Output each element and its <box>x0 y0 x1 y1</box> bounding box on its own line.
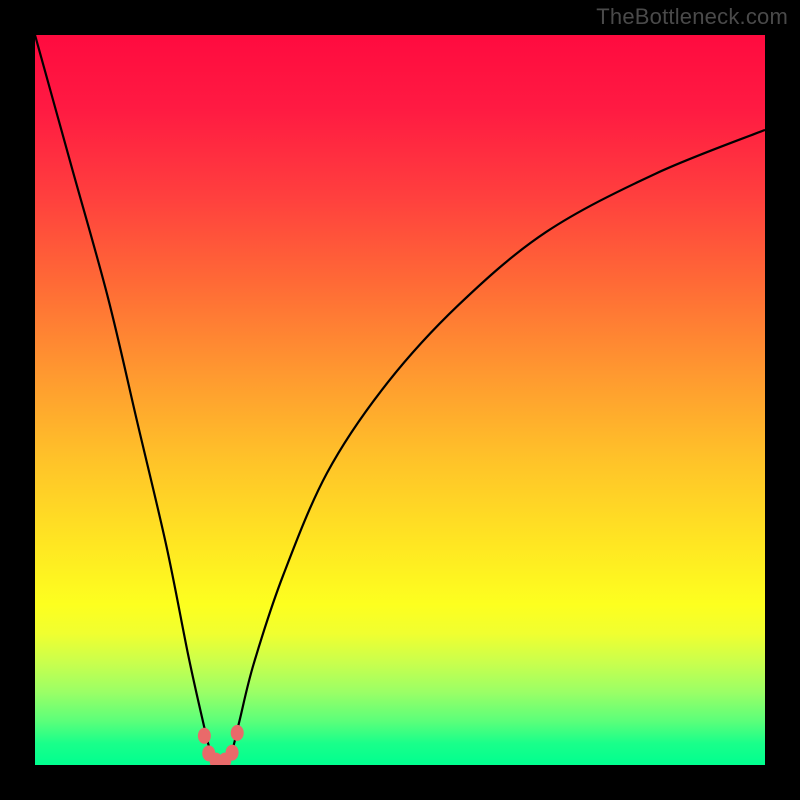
plot-area <box>35 35 765 765</box>
watermark-text: TheBottleneck.com <box>596 4 788 30</box>
curve-svg <box>35 35 765 765</box>
chart-container: TheBottleneck.com <box>0 0 800 800</box>
minimum-marker <box>198 728 211 744</box>
bottleneck-curve <box>35 35 765 763</box>
minimum-marker <box>226 745 239 761</box>
minimum-markers <box>198 725 244 765</box>
minimum-marker <box>231 725 244 741</box>
